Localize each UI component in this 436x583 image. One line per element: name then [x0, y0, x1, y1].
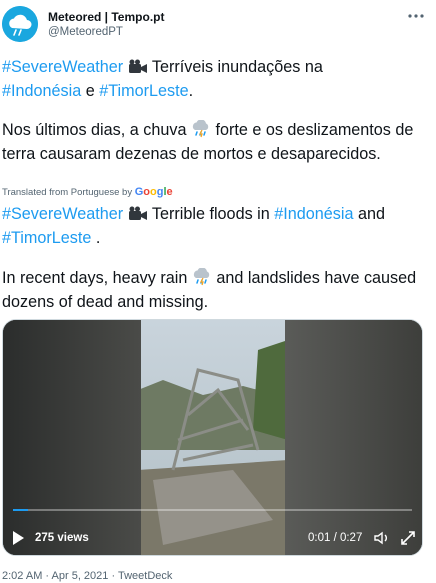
- video-camera-icon: [128, 206, 148, 228]
- tweet-header: Meteored | Tempo.pt @MeteoredPT: [0, 0, 436, 50]
- hashtag-timor-leste[interactable]: #TimorLeste: [99, 82, 188, 100]
- hashtag-indonesia[interactable]: #Indonésia: [2, 82, 81, 100]
- en-body-a: In recent days, heavy rain: [2, 269, 188, 287]
- tweet-text-en-body: In recent days, heavy rain and landslide…: [2, 267, 427, 313]
- video-time: 0:01 / 0:27: [308, 532, 363, 544]
- tweet-text-pt-body: Nos últimos dias, a chuva forte e os des…: [2, 119, 427, 165]
- video-frame: [3, 320, 422, 555]
- hashtag-indonesia-en[interactable]: #Indonésia: [274, 205, 353, 223]
- period: .: [188, 82, 194, 100]
- author-name[interactable]: Meteored | Tempo.pt: [48, 10, 164, 24]
- rain-cloud-icon: [192, 267, 212, 292]
- tweet-timestamp[interactable]: 2:02 AM · Apr 5, 2021 · TweetDeck: [2, 570, 172, 582]
- translation-note[interactable]: Translated from Portuguese by Google: [2, 186, 173, 198]
- conj-and: and: [353, 205, 385, 223]
- hashtag-timor-leste-en[interactable]: #TimorLeste: [2, 229, 91, 247]
- conj-e: e: [81, 82, 100, 100]
- play-icon[interactable]: [11, 530, 25, 549]
- tweet-text-en-headline: #SevereWeather Terrible floods in #Indon…: [2, 204, 427, 249]
- pt-body-a: Nos últimos dias, a chuva: [2, 121, 187, 139]
- en-text-1: Terrible floods in: [147, 205, 275, 223]
- hashtag-severe-weather-en[interactable]: #SevereWeather: [2, 205, 123, 223]
- view-count: 275 views: [35, 532, 89, 544]
- video-progress-fill: [13, 509, 28, 511]
- end-period: .: [91, 229, 101, 247]
- cloud-logo-icon: [2, 6, 38, 42]
- rain-cloud-icon: [191, 119, 211, 144]
- video-progress-bar[interactable]: [13, 509, 412, 511]
- avatar[interactable]: [2, 6, 38, 42]
- google-logo: Google: [134, 186, 173, 198]
- volume-icon[interactable]: [373, 529, 391, 550]
- more-dots-icon[interactable]: [404, 4, 428, 28]
- fullscreen-icon[interactable]: [399, 529, 417, 550]
- video-player[interactable]: 275 views 0:01 / 0:27: [2, 319, 423, 556]
- hashtag-severe-weather[interactable]: #SevereWeather: [2, 58, 123, 76]
- video-camera-icon: [128, 59, 148, 81]
- author-handle[interactable]: @MeteoredPT: [48, 26, 123, 38]
- pt-text-1: Terríveis inundações na: [147, 58, 323, 76]
- tweet-text-pt-headline: #SevereWeather Terríveis inundações na #…: [2, 57, 427, 102]
- translated-note-text: Translated from Portuguese by: [2, 187, 133, 198]
